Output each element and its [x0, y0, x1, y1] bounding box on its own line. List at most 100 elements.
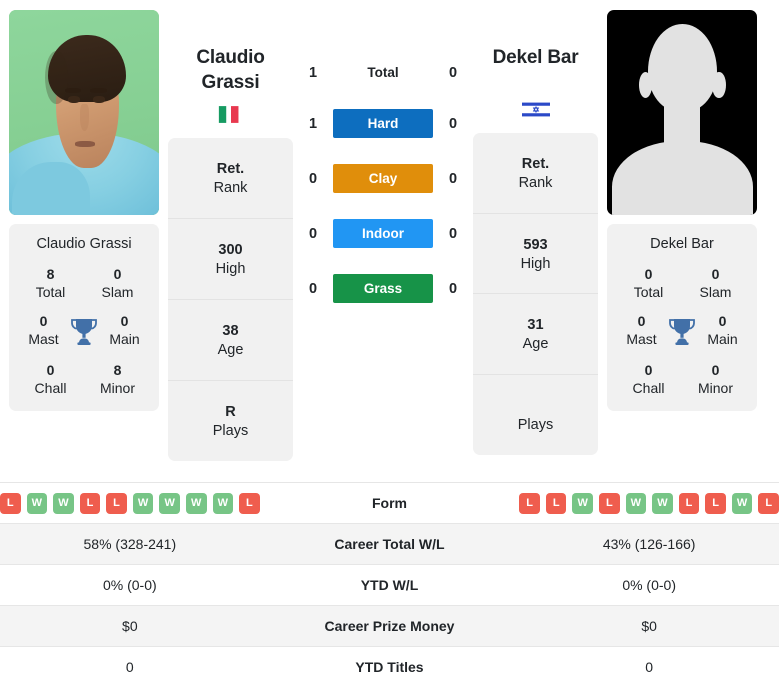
head-to-head-column: 1 Total 0 1 Hard 0 0 Clay 0 0 Indoor 0 0 [293, 10, 473, 303]
left-player-photo [9, 10, 159, 215]
right-form-cell: LLWLWWLLWL [519, 482, 779, 524]
left-value: $0 [0, 605, 260, 647]
left-form-badge-9[interactable]: W [212, 492, 234, 514]
right-player-name[interactable]: Dekel Bar [473, 28, 598, 71]
right-player-photo [607, 10, 757, 215]
right-stat-age: 31 Age [473, 294, 598, 376]
flag-italy-icon [216, 105, 238, 125]
h2h-left-score: 0 [308, 225, 318, 242]
left-value: 58% (328-241) [0, 523, 260, 565]
right-player-info-column: Dekel Bar Ret. Rank 593 High 31 Age Play… [473, 10, 598, 456]
left-titles-slam: 0 Slam [101, 266, 134, 300]
right-titles-mast: 0 Mast [626, 313, 657, 347]
right-titles-minor: 0 Minor [697, 362, 733, 396]
table-row-career-wl: 58% (328-241) Career Total W/L 43% (126-… [0, 523, 779, 565]
right-titles-chall: 0 Chall [632, 362, 665, 396]
left-form-badge-1[interactable]: L [0, 492, 21, 514]
left-form-badge-2[interactable]: W [26, 492, 48, 514]
table-row-ytd-wl: 0% (0-0) YTD W/L 0% (0-0) [0, 564, 779, 606]
left-stat-plays: R Plays [212, 403, 249, 439]
right-titles-card: Dekel Bar 0 Total 0 Slam 0 Mast 0 Main 0… [607, 224, 757, 411]
surface-badge-clay[interactable]: Clay [333, 164, 433, 193]
left-titles-chall: 0 Chall [34, 362, 67, 396]
row-label: Career Prize Money [259, 605, 520, 647]
row-label: Form [259, 482, 520, 524]
h2h-right-score: 0 [448, 115, 458, 132]
surface-badge-indoor[interactable]: Indoor [333, 219, 433, 248]
h2h-surface-label: Total [367, 65, 399, 80]
row-label: YTD Titles [259, 646, 520, 688]
right-titles-total: 0 Total [633, 266, 664, 300]
left-value: 0% (0-0) [0, 564, 260, 606]
left-player-name[interactable]: Claudio Grassi [168, 28, 293, 95]
right-stat-plays: Plays [517, 417, 554, 434]
right-titles-slam: 0 Slam [699, 266, 732, 300]
left-value: 0 [0, 646, 260, 688]
h2h-right-score: 0 [448, 170, 458, 187]
right-form-badge-2[interactable]: L [545, 492, 567, 514]
right-value: 43% (126-166) [519, 523, 779, 565]
h2h-left-score: 0 [308, 170, 318, 187]
left-titles-minor: 8 Minor [99, 362, 135, 396]
h2h-left-score: 0 [308, 280, 318, 297]
right-form-badge-3[interactable]: W [572, 492, 594, 514]
table-row-form: LWWLLWWWWL Form LLWLWWLLWL [0, 482, 779, 524]
right-player-photo-column: Dekel Bar 0 Total 0 Slam 0 Mast 0 Main 0… [598, 10, 766, 411]
left-stat-rank: Ret. Rank [168, 138, 293, 220]
left-titles-card-name: Claudio Grassi [36, 236, 132, 252]
right-form-badge-6[interactable]: W [652, 492, 673, 514]
left-titles-total: 8 Total [35, 266, 66, 300]
left-form-badge-3[interactable]: W [53, 492, 74, 514]
left-titles-card: Claudio Grassi 8 Total 0 Slam 0 Mast 0 M… [9, 224, 159, 411]
right-form-badge-7[interactable]: L [678, 492, 700, 514]
right-player-stats: Ret. Rank 593 High 31 Age Plays [473, 132, 598, 456]
left-form-badge-6[interactable]: W [132, 492, 154, 514]
h2h-row-clay: 0 Clay 0 [293, 164, 473, 193]
left-form-badge-4[interactable]: L [79, 492, 101, 514]
comparison-table: LWWLLWWWWL Form LLWLWWLLWL 58% (328-241)… [0, 482, 779, 688]
h2h-right-score: 0 [448, 64, 458, 81]
right-value: 0 [519, 646, 779, 688]
left-titles-mast: 0 Mast [28, 313, 59, 347]
player-comparison-page: Claudio Grassi 8 Total 0 Slam 0 Mast 0 M… [0, 0, 779, 699]
right-stat-high: 593 High [473, 214, 598, 295]
right-form-badge-9[interactable]: W [731, 492, 753, 514]
right-titles-main: 0 Main [707, 313, 738, 347]
table-row-prize-money: $0 Career Prize Money $0 [0, 605, 779, 647]
right-form-badge-5[interactable]: W [625, 492, 647, 514]
h2h-row-grass: 0 Grass 0 [293, 274, 473, 303]
comparison-header: Claudio Grassi 8 Total 0 Slam 0 Mast 0 M… [0, 0, 779, 482]
h2h-left-score: 1 [308, 64, 318, 81]
left-stat-age: 38 Age [168, 300, 293, 381]
left-form-badge-10[interactable]: L [239, 492, 260, 514]
left-form-badge-8[interactable]: W [185, 492, 207, 514]
h2h-row-indoor: 0 Indoor 0 [293, 219, 473, 248]
right-value: 0% (0-0) [519, 564, 779, 606]
right-titles-card-name: Dekel Bar [650, 236, 714, 252]
h2h-row-total: 1 Total 0 [293, 62, 473, 83]
surface-badge-grass[interactable]: Grass [333, 274, 433, 303]
row-label: YTD W/L [259, 564, 520, 606]
left-form-badge-7[interactable]: W [159, 492, 180, 514]
left-titles-main: 0 Main [109, 313, 140, 347]
h2h-right-score: 0 [448, 225, 458, 242]
left-player-photo-column: Claudio Grassi 8 Total 0 Slam 0 Mast 0 M… [0, 10, 168, 411]
h2h-right-score: 0 [448, 280, 458, 297]
left-form-cell: LWWLLWWWWL [0, 482, 260, 524]
right-stat-rank: Ret. Rank [473, 133, 598, 214]
flag-israel-icon [521, 99, 550, 119]
surface-badge-hard[interactable]: Hard [333, 109, 433, 138]
left-form-badge-5[interactable]: L [106, 492, 127, 514]
left-stat-high: 300 High [168, 219, 293, 301]
right-form-badge-4[interactable]: L [599, 492, 620, 514]
table-row-ytd-titles: 0 YTD Titles 0 [0, 646, 779, 688]
right-form-badge-8[interactable]: L [705, 492, 726, 514]
right-form-badge-1[interactable]: L [519, 492, 540, 514]
row-label: Career Total W/L [259, 523, 520, 565]
trophy-icon [70, 316, 98, 346]
left-player-info-column: Claudio Grassi Ret. Rank 300 High 38 Age… [168, 10, 293, 461]
right-value: $0 [519, 605, 779, 647]
left-player-stats: Ret. Rank 300 High 38 Age R Plays [168, 138, 293, 461]
right-form-badge-10[interactable]: L [758, 492, 779, 514]
trophy-icon [668, 316, 696, 346]
